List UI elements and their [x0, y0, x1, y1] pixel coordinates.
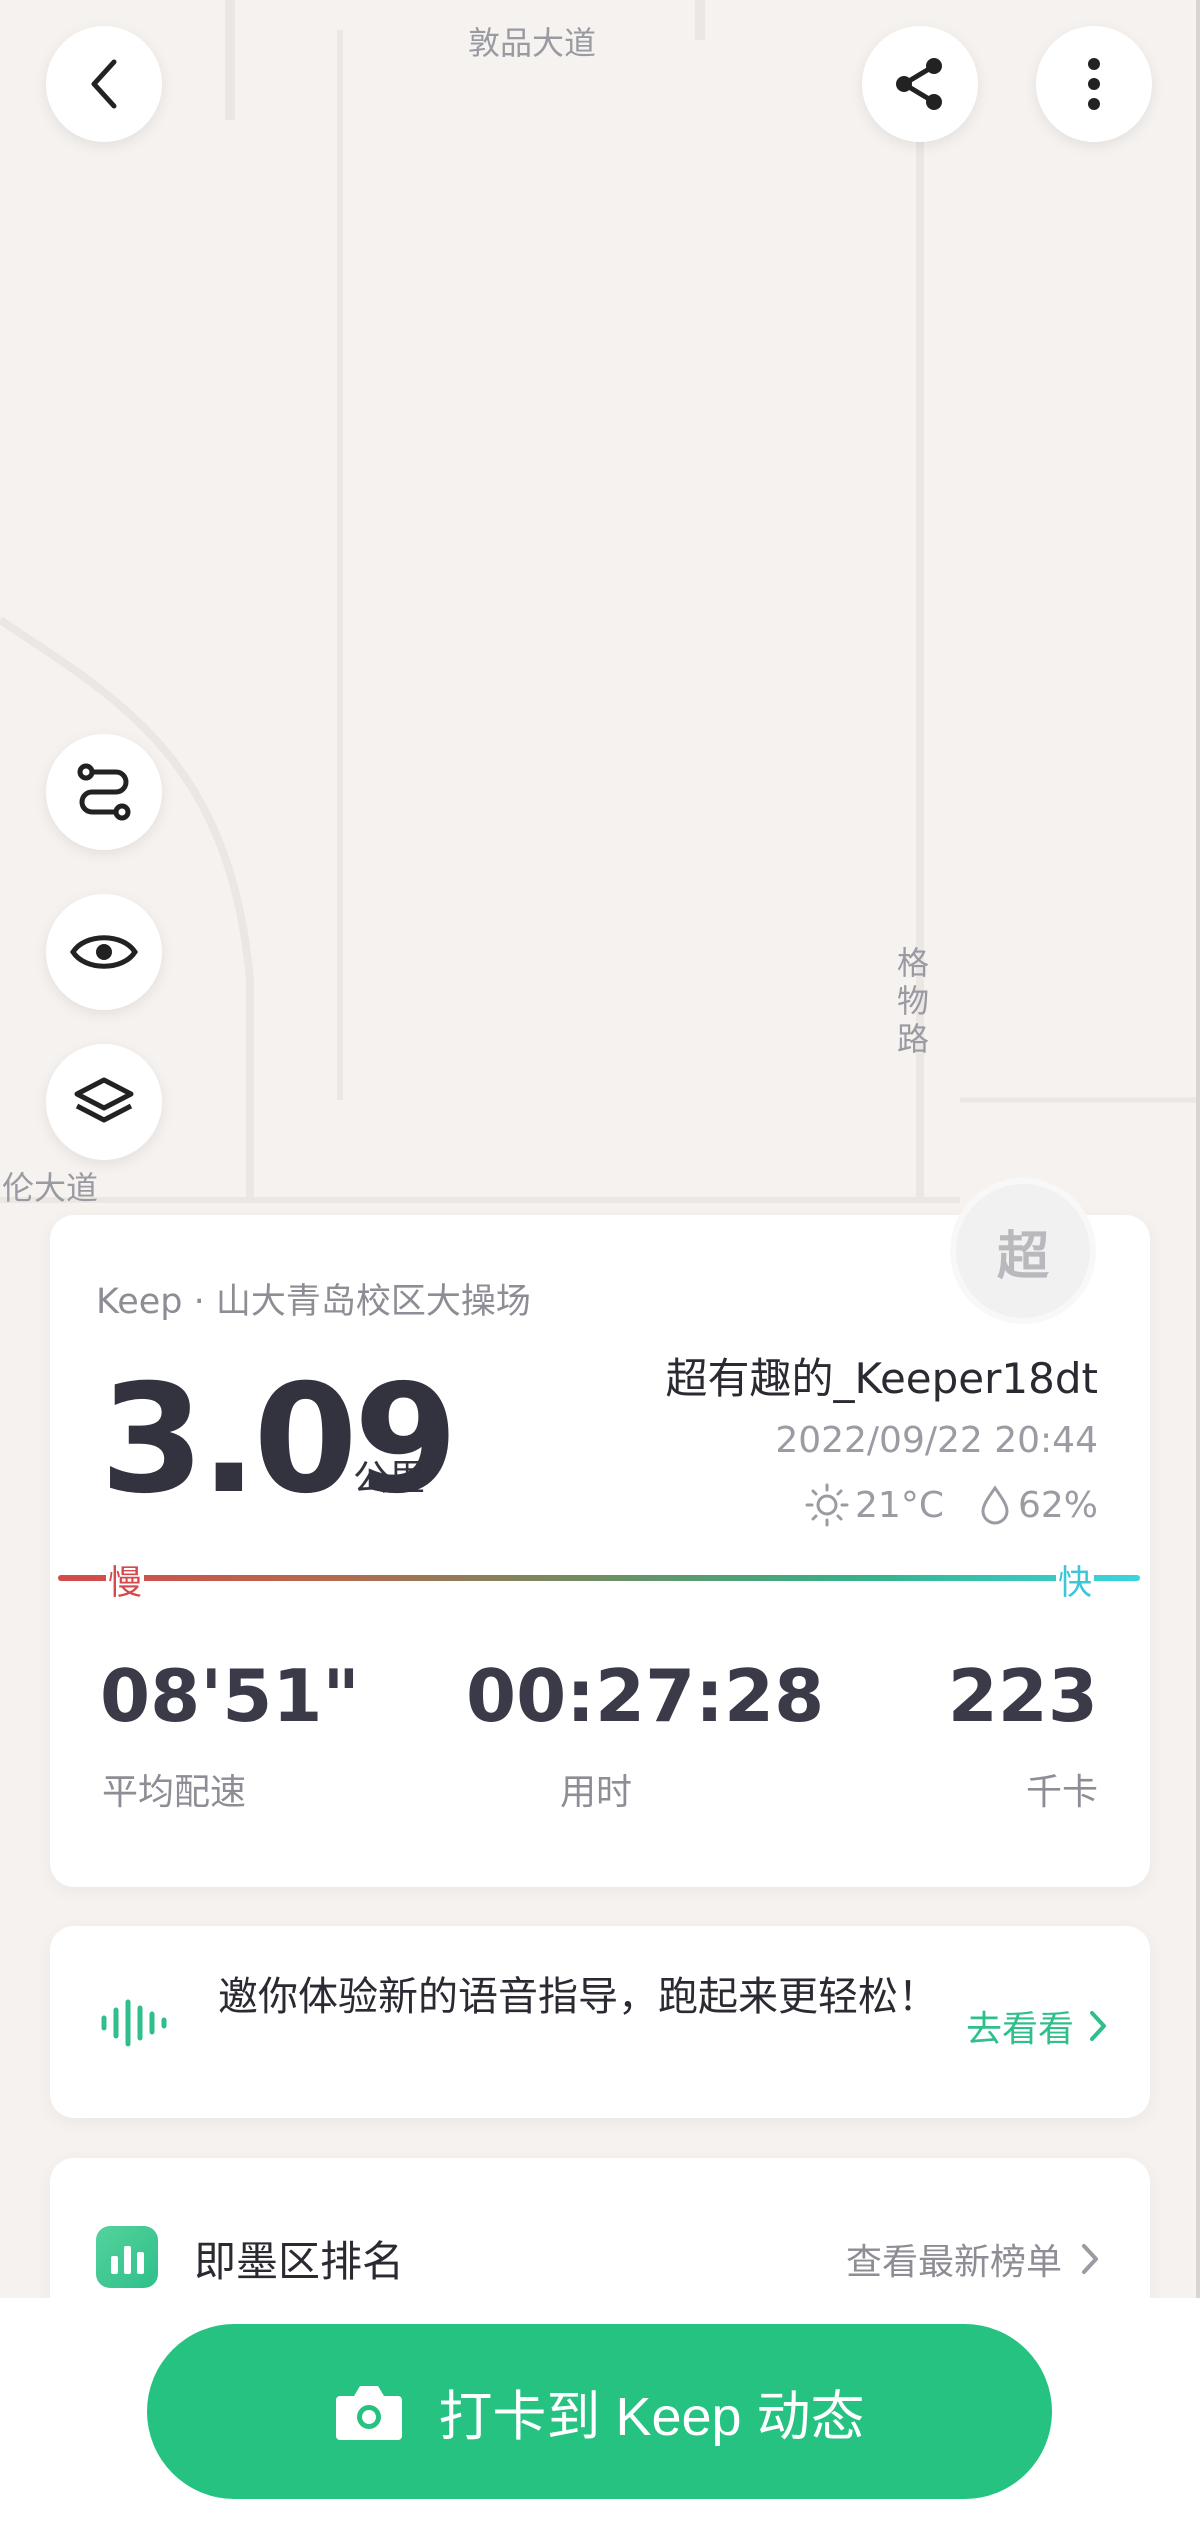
temperature: 21°C — [855, 1484, 944, 1526]
more-options-button[interactable] — [1036, 26, 1152, 142]
calories-value: 223 — [947, 1654, 1098, 1738]
avg-pace-label: 平均配速 — [102, 1772, 247, 1813]
calories-label: 千卡 — [1025, 1772, 1098, 1813]
humidity-drop-icon — [981, 1485, 1009, 1525]
pace-slow-label: 慢 — [106, 1555, 144, 1604]
checkin-button-label: 打卡到 Keep 动态 — [438, 2387, 865, 2447]
weather-info: 21°C 62% — [805, 1483, 1098, 1527]
map-road-label-right: 格物路 — [896, 944, 929, 1058]
distance-unit: 公里 — [353, 1458, 426, 1499]
share-icon — [896, 58, 942, 110]
camera-icon — [336, 2385, 403, 2440]
checkin-button[interactable]: 打卡到 Keep 动态 — [147, 2324, 1052, 2499]
voice-guide-promo-card[interactable]: 邀你体验新的语音指导，跑起来更轻松！ 去看看 — [50, 1926, 1150, 2118]
bottom-action-bar: 打卡到 Keep 动态 — [0, 2298, 1200, 2525]
humidity: 62% — [1017, 1484, 1098, 1526]
more-vertical-icon — [1088, 58, 1100, 110]
duration-value: 00:27:28 — [466, 1654, 825, 1738]
run-datetime: 2022/09/22 20:44 — [775, 1420, 1098, 1461]
ranking-link-label: 查看最新榜单 — [845, 2242, 1062, 2283]
chevron-right-icon — [1090, 2011, 1106, 2041]
voice-promo-link-label: 去看看 — [965, 2009, 1074, 2050]
map-layers-button[interactable] — [46, 1044, 162, 1160]
share-button[interactable] — [862, 26, 978, 142]
user-avatar-badge[interactable]: 超 — [950, 1178, 1096, 1324]
layers-icon — [74, 1077, 134, 1123]
screen-edge — [1196, 0, 1200, 2525]
avg-pace-value: 08'51" — [100, 1654, 360, 1738]
voice-promo-link[interactable]: 去看看 — [966, 2000, 1108, 2052]
run-summary-card: Keep · 山大青岛校区大操场 3.09 公里 超有趣的_Keeper18dt… — [50, 1215, 1150, 1887]
sun-icon — [805, 1483, 849, 1527]
pace-gradient-bar — [58, 1575, 1140, 1581]
voice-promo-text: 邀你体验新的语音指导，跑起来更轻松！ — [218, 1974, 938, 2020]
route-icon — [77, 763, 131, 821]
ranking-title: 即墨区排名 — [194, 2237, 405, 2286]
map-road-label-left: 明伦大道 — [0, 1169, 99, 1207]
duration-label: 用时 — [560, 1772, 633, 1813]
username[interactable]: 超有趣的_Keeper18dt — [666, 1345, 1098, 1406]
back-button[interactable] — [46, 26, 162, 142]
ranking-chart-icon — [96, 2226, 158, 2288]
chevron-left-icon — [91, 59, 117, 109]
chevron-right-icon — [1082, 2244, 1098, 2274]
pace-fast-label: 快 — [1056, 1555, 1094, 1604]
map-road-label-top: 敦品大道 — [468, 24, 597, 62]
visibility-button[interactable] — [46, 894, 162, 1010]
ranking-link[interactable]: 查看最新榜单 — [846, 2233, 1100, 2285]
soundwave-icon — [101, 1999, 167, 2047]
route-button[interactable] — [46, 734, 162, 850]
run-location: Keep · 山大青岛校区大操场 — [96, 1282, 531, 1322]
eye-icon — [70, 935, 138, 969]
